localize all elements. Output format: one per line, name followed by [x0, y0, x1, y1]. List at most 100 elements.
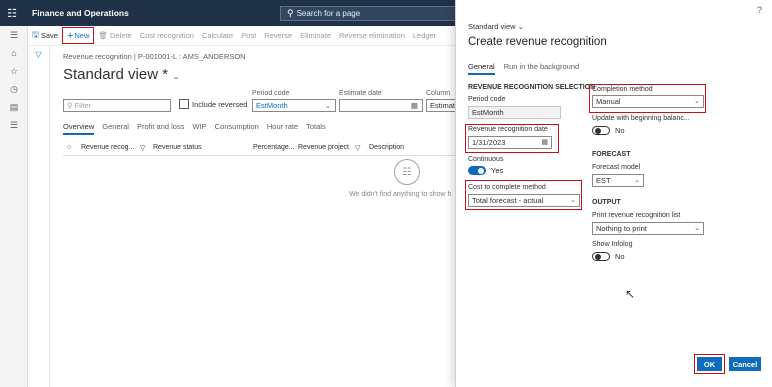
reverse-button[interactable]: Reverse — [260, 31, 296, 40]
column-revenue-status[interactable]: Revenue status — [153, 144, 202, 151]
period-code-label: Period code — [252, 90, 290, 97]
tab-general[interactable]: General — [468, 62, 495, 75]
period-code-select[interactable]: EstMonth ⌄ — [252, 99, 336, 112]
continuous-value: Yes — [491, 166, 504, 175]
app-title: Finance and Operations — [32, 8, 129, 18]
plus-icon: + — [66, 29, 74, 42]
show-infolog-toggle[interactable]: No — [592, 252, 625, 261]
calculate-button[interactable]: Calculate — [198, 31, 237, 40]
section-forecast: FORECAST — [592, 151, 631, 158]
tab-totals[interactable]: Totals — [306, 122, 326, 135]
update-beginning-balance-label: Update with beginning balanc... — [592, 115, 690, 122]
filter-pane-toggle[interactable]: ▽ — [28, 46, 50, 387]
delete-icon: 🗑 — [98, 31, 108, 40]
checkbox-box — [179, 99, 189, 109]
grid-header: ○ Revenue recog... ▽ Revenue status Perc… — [63, 142, 462, 156]
ok-button[interactable]: OK — [697, 357, 722, 371]
revenue-recognition-date-input[interactable]: 1/31/2023 ▦ — [468, 136, 552, 149]
chevron-down-icon: ⌄ — [570, 197, 576, 204]
update-beginning-balance-toggle[interactable]: No — [592, 126, 625, 135]
view-name: Standard view * — [63, 66, 169, 83]
navigation-rail: ☰ ⌂ ☆ ◷ ▤ ☰ — [0, 26, 28, 387]
dialog-view-selector[interactable]: Standard view ⌄ — [468, 22, 524, 31]
empty-state-message: We didn't find anything to show h — [349, 191, 452, 198]
mouse-cursor-icon: ↖ — [625, 287, 636, 301]
chevron-down-icon: ⌄ — [324, 101, 331, 110]
chevron-down-icon: ⌄ — [694, 225, 700, 232]
column-label: Column — [426, 90, 451, 97]
continuous-toggle[interactable]: Yes — [468, 166, 503, 175]
home-icon[interactable]: ⌂ — [0, 44, 28, 62]
new-label: New — [74, 31, 90, 40]
tab-overview[interactable]: Overview — [63, 122, 95, 135]
cancel-button[interactable]: Cancel — [729, 357, 761, 371]
filter-input[interactable]: ⚲ Filter — [63, 99, 171, 112]
include-reversed-label: Include reversed — [192, 99, 248, 109]
post-button[interactable]: Post — [237, 31, 260, 40]
filter-funnel-icon[interactable]: ▽ — [140, 144, 145, 152]
forecast-model-select[interactable]: EST ⌄ — [592, 174, 644, 187]
ledger-button[interactable]: Ledger — [409, 31, 440, 40]
show-infolog-label: Show Infolog — [592, 241, 633, 248]
cost-recognition-button[interactable]: Cost recognition — [136, 31, 198, 40]
breadcrumb: Revenue recognition | P-001001-L : AMS_A… — [63, 52, 246, 61]
column-revenue-project[interactable]: Revenue project — [298, 144, 349, 151]
select-all-radio[interactable]: ○ — [67, 144, 71, 151]
completion-method-value: Manual — [596, 97, 621, 106]
show-infolog-value: No — [615, 252, 625, 261]
empty-state-icon: ☷ — [394, 159, 420, 185]
tab-consumption[interactable]: Consumption — [215, 122, 259, 135]
forecast-model-label: Forecast model — [592, 164, 641, 171]
chevron-down-icon: ⌄ — [172, 71, 180, 81]
page-title[interactable]: Standard view * ⌄ — [63, 66, 180, 83]
column-description[interactable]: Description — [369, 144, 404, 151]
completion-method-select[interactable]: Manual ⌄ — [592, 95, 704, 108]
save-icon: 🖫 — [32, 29, 39, 39]
estimate-date-input[interactable]: ▦ — [339, 99, 423, 112]
filter-funnel-icon[interactable]: ▽ — [355, 144, 360, 152]
dialog-view-label: Standard view — [468, 22, 516, 31]
workspaces-icon[interactable]: ▤ — [0, 98, 28, 116]
help-icon[interactable]: ? — [757, 5, 762, 15]
cost-to-complete-select[interactable]: Total forecast - actual ⌄ — [468, 194, 580, 207]
tab-hour-rate[interactable]: Hour rate — [267, 122, 298, 135]
print-list-select[interactable]: Nothing to print ⌄ — [592, 222, 704, 235]
toggle-switch — [592, 252, 610, 261]
favorites-icon[interactable]: ☆ — [0, 62, 28, 80]
eliminate-button[interactable]: Eliminate — [296, 31, 335, 40]
calendar-icon: ▦ — [410, 101, 418, 110]
estimate-date-label: Estimate date — [339, 90, 382, 97]
column-value: Estimat — [430, 101, 456, 110]
column-percentage[interactable]: Percentage... — [253, 144, 295, 151]
main-content: Revenue recognition | P-001001-L : AMS_A… — [50, 46, 462, 387]
section-revenue-recognition-selection: REVENUE RECOGNITION SELECTION — [468, 84, 596, 91]
filter-funnel-icon: ▽ — [35, 50, 42, 59]
completion-method-label: Completion method — [592, 86, 653, 93]
include-reversed-checkbox[interactable]: Include reversed — [179, 99, 247, 109]
reverse-elimination-button[interactable]: Reverse elimination — [335, 31, 409, 40]
tab-general[interactable]: General — [102, 122, 129, 135]
toggle-switch — [592, 126, 610, 135]
column-revenue-recognition[interactable]: Revenue recog... — [81, 144, 134, 151]
new-button[interactable]: + New — [61, 27, 95, 44]
hamburger-menu-icon[interactable]: ☰ — [0, 26, 28, 44]
delete-button[interactable]: 🗑 Delete — [94, 31, 135, 40]
create-revenue-recognition-dialog: ? Standard view ⌄ Create revenue recogni… — [455, 0, 772, 387]
app-launcher-icon[interactable]: ☷ — [0, 0, 24, 26]
action-pane: 🖫 Save + New 🗑 Delete Cost recognition Cal… — [28, 26, 462, 46]
period-code-field: EstMonth — [468, 106, 561, 119]
chevron-down-icon: ⌄ — [634, 177, 640, 184]
tab-wip[interactable]: WIP — [192, 122, 206, 135]
search-placeholder: Search for a page — [296, 9, 361, 18]
save-button[interactable]: 🖫 Save — [28, 29, 62, 43]
calendar-icon: ▦ — [541, 139, 548, 146]
modules-icon[interactable]: ☰ — [0, 116, 28, 134]
tab-profit-and-loss[interactable]: Profit and loss — [137, 122, 185, 135]
search-box[interactable]: ⚲ Search for a page — [280, 6, 462, 21]
period-code-label: Period code — [468, 96, 506, 103]
tab-run-in-background[interactable]: Run in the background — [504, 62, 579, 75]
toggle-switch — [468, 166, 486, 175]
filter-placeholder: Filter — [74, 101, 92, 110]
update-beginning-balance-value: No — [615, 126, 625, 135]
recent-icon[interactable]: ◷ — [0, 80, 28, 98]
